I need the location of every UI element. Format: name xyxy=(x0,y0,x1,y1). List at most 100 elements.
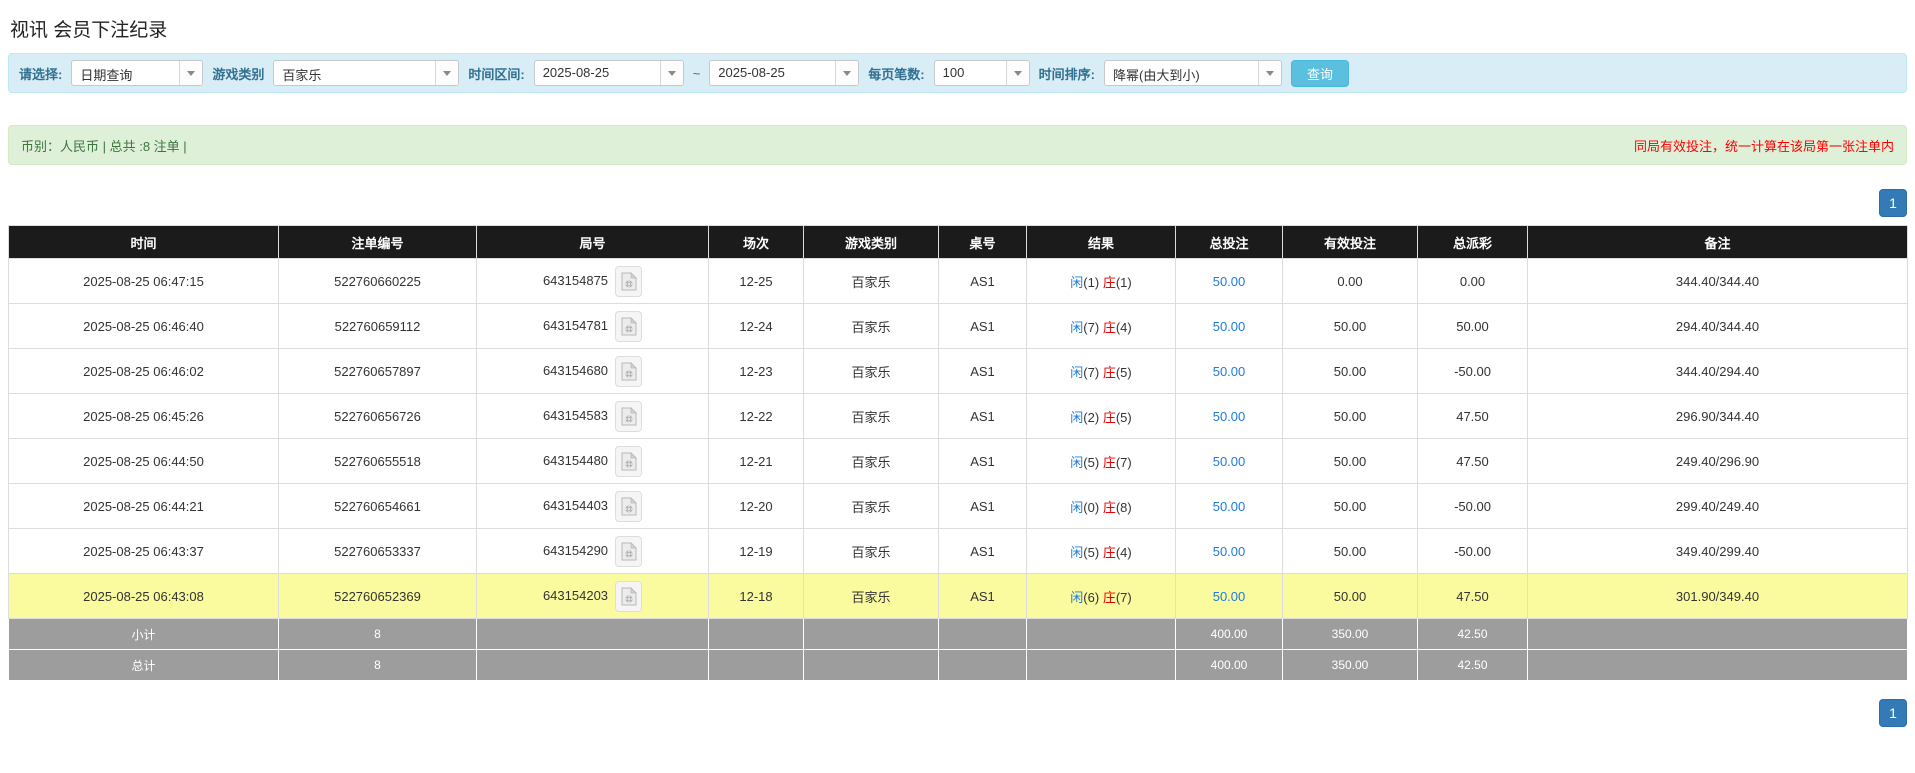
result-player-score: (5) xyxy=(1083,455,1099,470)
result-player: 闲 xyxy=(1070,320,1083,335)
video-replay-icon[interactable] xyxy=(615,311,642,342)
chevron-down-icon[interactable] xyxy=(179,61,202,85)
cell-payout: 47.50 xyxy=(1418,439,1528,484)
table-row[interactable]: 2025-08-25 06:43:37 522760653337 6431542… xyxy=(9,529,1908,574)
cell-time: 2025-08-25 06:46:02 xyxy=(9,349,279,394)
result-banker-score: (5) xyxy=(1116,365,1132,380)
result-player-score: (7) xyxy=(1083,320,1099,335)
page-1-button[interactable]: 1 xyxy=(1879,699,1907,727)
table-row[interactable]: 2025-08-25 06:44:21 522760654661 6431544… xyxy=(9,484,1908,529)
total-bet-link[interactable]: 50.00 xyxy=(1213,544,1246,559)
table-row[interactable]: 2025-08-25 06:44:50 522760655518 6431544… xyxy=(9,439,1908,484)
result-banker-score: (4) xyxy=(1116,320,1132,335)
cell-payout: -50.00 xyxy=(1418,484,1528,529)
cell-payout: -50.00 xyxy=(1418,349,1528,394)
cell-round-id: 643154781 xyxy=(477,304,709,349)
video-replay-icon[interactable] xyxy=(615,446,642,477)
cell-session: 12-23 xyxy=(709,349,804,394)
date-to-select[interactable]: 2025-08-25 xyxy=(709,60,859,86)
cell-time: 2025-08-25 06:46:40 xyxy=(9,304,279,349)
header-payout: 总派彩 xyxy=(1418,226,1528,259)
header-remark: 备注 xyxy=(1528,226,1908,259)
total-bet-link[interactable]: 50.00 xyxy=(1213,409,1246,424)
table-row[interactable]: 2025-08-25 06:43:08 522760652369 6431542… xyxy=(9,574,1908,619)
result-banker: 庄 xyxy=(1103,455,1116,470)
currency-total-text: 币别：人民币 | 总共 :8 注单 | xyxy=(21,136,187,155)
cell-game-category: 百家乐 xyxy=(804,349,939,394)
total-bet-link[interactable]: 50.00 xyxy=(1213,274,1246,289)
video-replay-icon[interactable] xyxy=(615,266,642,297)
summary-row: 总计 8 400.00 350.00 42.50 xyxy=(9,650,1908,681)
cell-total-bet: 50.00 xyxy=(1176,394,1283,439)
cell-valid-bet: 50.00 xyxy=(1283,394,1418,439)
cell-remark: 344.40/294.40 xyxy=(1528,349,1908,394)
game-category-select[interactable]: 百家乐 xyxy=(273,60,459,86)
chevron-down-icon[interactable] xyxy=(1258,61,1281,85)
round-id: 643154583 xyxy=(543,407,608,422)
page-content: 视讯 会员下注纪录 请选择: 日期查询 游戏类别 百家乐 时间区间: 2025-… xyxy=(0,0,1915,727)
result-player: 闲 xyxy=(1070,500,1083,515)
cell-time: 2025-08-25 06:43:08 xyxy=(9,574,279,619)
cell-table-no: AS1 xyxy=(939,484,1027,529)
cell-session: 12-25 xyxy=(709,259,804,304)
video-replay-icon[interactable] xyxy=(615,536,642,567)
video-replay-icon[interactable] xyxy=(615,581,642,612)
cell-table-no: AS1 xyxy=(939,574,1027,619)
video-replay-icon[interactable] xyxy=(615,401,642,432)
cell-bet-id: 522760657897 xyxy=(279,349,477,394)
cell-remark: 349.40/299.40 xyxy=(1528,529,1908,574)
summary-label: 总计 xyxy=(9,650,279,681)
cell-table-no: AS1 xyxy=(939,349,1027,394)
chevron-down-icon[interactable] xyxy=(835,61,858,85)
sort-select[interactable]: 降幂(由大到小) xyxy=(1104,60,1282,86)
cell-total-bet: 50.00 xyxy=(1176,529,1283,574)
cell-session: 12-22 xyxy=(709,394,804,439)
cell-round-id: 643154680 xyxy=(477,349,709,394)
round-id: 643154203 xyxy=(543,587,608,602)
table-row[interactable]: 2025-08-25 06:45:26 522760656726 6431545… xyxy=(9,394,1908,439)
pagination-bottom: 1 xyxy=(8,699,1907,727)
total-bet-link[interactable]: 50.00 xyxy=(1213,589,1246,604)
cell-bet-id: 522760654661 xyxy=(279,484,477,529)
round-id: 643154480 xyxy=(543,452,608,467)
cell-round-id: 643154875 xyxy=(477,259,709,304)
query-type-select[interactable]: 日期查询 xyxy=(71,60,203,86)
date-from-select[interactable]: 2025-08-25 xyxy=(534,60,684,86)
cell-result: 闲(7) 庄(4) xyxy=(1027,304,1176,349)
cell-game-category: 百家乐 xyxy=(804,304,939,349)
table-row[interactable]: 2025-08-25 06:47:15 522760660225 6431548… xyxy=(9,259,1908,304)
table-body: 2025-08-25 06:47:15 522760660225 6431548… xyxy=(9,259,1908,681)
cell-round-id: 643154403 xyxy=(477,484,709,529)
table-row[interactable]: 2025-08-25 06:46:40 522760659112 6431547… xyxy=(9,304,1908,349)
result-banker: 庄 xyxy=(1103,545,1116,560)
round-id: 643154875 xyxy=(543,272,608,287)
cell-result: 闲(0) 庄(8) xyxy=(1027,484,1176,529)
total-bet-link[interactable]: 50.00 xyxy=(1213,319,1246,334)
chevron-down-icon[interactable] xyxy=(1006,61,1029,85)
page-1-button[interactable]: 1 xyxy=(1879,189,1907,217)
cell-bet-id: 522760660225 xyxy=(279,259,477,304)
cell-session: 12-24 xyxy=(709,304,804,349)
cell-result: 闲(6) 庄(7) xyxy=(1027,574,1176,619)
cell-result: 闲(7) 庄(5) xyxy=(1027,349,1176,394)
round-id: 643154403 xyxy=(543,497,608,512)
cell-result: 闲(1) 庄(1) xyxy=(1027,259,1176,304)
page-size-select[interactable]: 100 xyxy=(934,60,1030,86)
total-bet-link[interactable]: 50.00 xyxy=(1213,454,1246,469)
query-type-value: 日期查询 xyxy=(72,61,179,85)
total-bet-link[interactable]: 50.00 xyxy=(1213,499,1246,514)
cell-bet-id: 522760656726 xyxy=(279,394,477,439)
search-button[interactable]: 查询 xyxy=(1291,60,1349,87)
total-bet-link[interactable]: 50.00 xyxy=(1213,364,1246,379)
cell-valid-bet: 50.00 xyxy=(1283,349,1418,394)
chevron-down-icon[interactable] xyxy=(435,61,458,85)
cell-game-category: 百家乐 xyxy=(804,484,939,529)
table-row[interactable]: 2025-08-25 06:46:02 522760657897 6431546… xyxy=(9,349,1908,394)
chevron-down-icon[interactable] xyxy=(660,61,683,85)
video-replay-icon[interactable] xyxy=(615,491,642,522)
date-to-value: 2025-08-25 xyxy=(710,61,835,85)
cell-time: 2025-08-25 06:47:15 xyxy=(9,259,279,304)
range-separator: ~ xyxy=(693,66,701,81)
valid-bet-note: 同局有效投注，统一计算在该局第一张注单内 xyxy=(1634,136,1894,155)
video-replay-icon[interactable] xyxy=(615,356,642,387)
